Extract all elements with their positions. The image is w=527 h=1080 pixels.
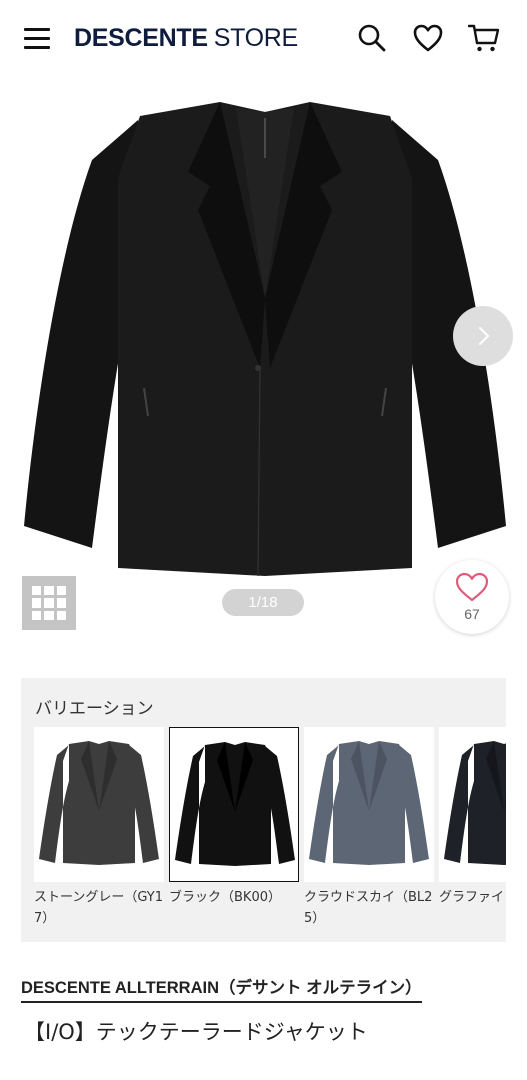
variation-item-bl25[interactable]: クラウドスカイ（BL25） (304, 727, 434, 937)
image-counter: 1/18 (222, 589, 304, 616)
variation-thumbnail (34, 727, 164, 882)
variation-item-gy17[interactable]: ストーングレー（GY17） (34, 727, 164, 937)
variation-thumbnail (304, 727, 434, 882)
logo-brand: DESCENTE (74, 24, 208, 52)
variation-title: バリエーション (35, 699, 154, 719)
variation-item-nvc[interactable]: グラファイト（NVC (439, 727, 506, 937)
header: DESCENTE STORE (0, 0, 527, 78)
favorite-button[interactable]: 67 (435, 560, 509, 634)
store-logo[interactable]: DESCENTE STORE (74, 24, 298, 53)
grid-view-icon[interactable] (22, 576, 76, 630)
variation-label: ブラック（BK00） (169, 890, 281, 905)
logo-store: STORE (213, 24, 298, 52)
product-name: 【I/O】テックテーラードジャケット (24, 1020, 368, 1044)
variation-thumbnail (439, 727, 506, 882)
search-icon[interactable] (356, 22, 388, 54)
product-gallery[interactable]: 1/18 67 (0, 80, 527, 660)
favorite-count: 67 (464, 606, 480, 622)
variation-item-bk00[interactable]: ブラック（BK00） (169, 727, 299, 937)
variation-label: グラファイト（NVC (439, 890, 506, 905)
variation-label: クラウドスカイ（BL25） (304, 890, 433, 926)
variation-section: バリエーション ストーングレー（GY17） ブラック（BK00） クラウドスカイ… (21, 678, 506, 942)
next-image-button[interactable] (453, 306, 513, 366)
product-image (24, 102, 506, 577)
menu-icon[interactable] (22, 24, 52, 54)
variation-thumbnail-selected (169, 727, 299, 882)
variation-label: ストーングレー（GY17） (34, 890, 163, 926)
brand-link[interactable]: DESCENTE ALLTERRAIN（デサント オルテライン） (21, 974, 422, 1003)
heart-icon[interactable] (412, 22, 444, 54)
cart-icon[interactable] (467, 22, 500, 54)
heart-icon (455, 572, 489, 602)
chevron-right-icon (478, 326, 490, 346)
